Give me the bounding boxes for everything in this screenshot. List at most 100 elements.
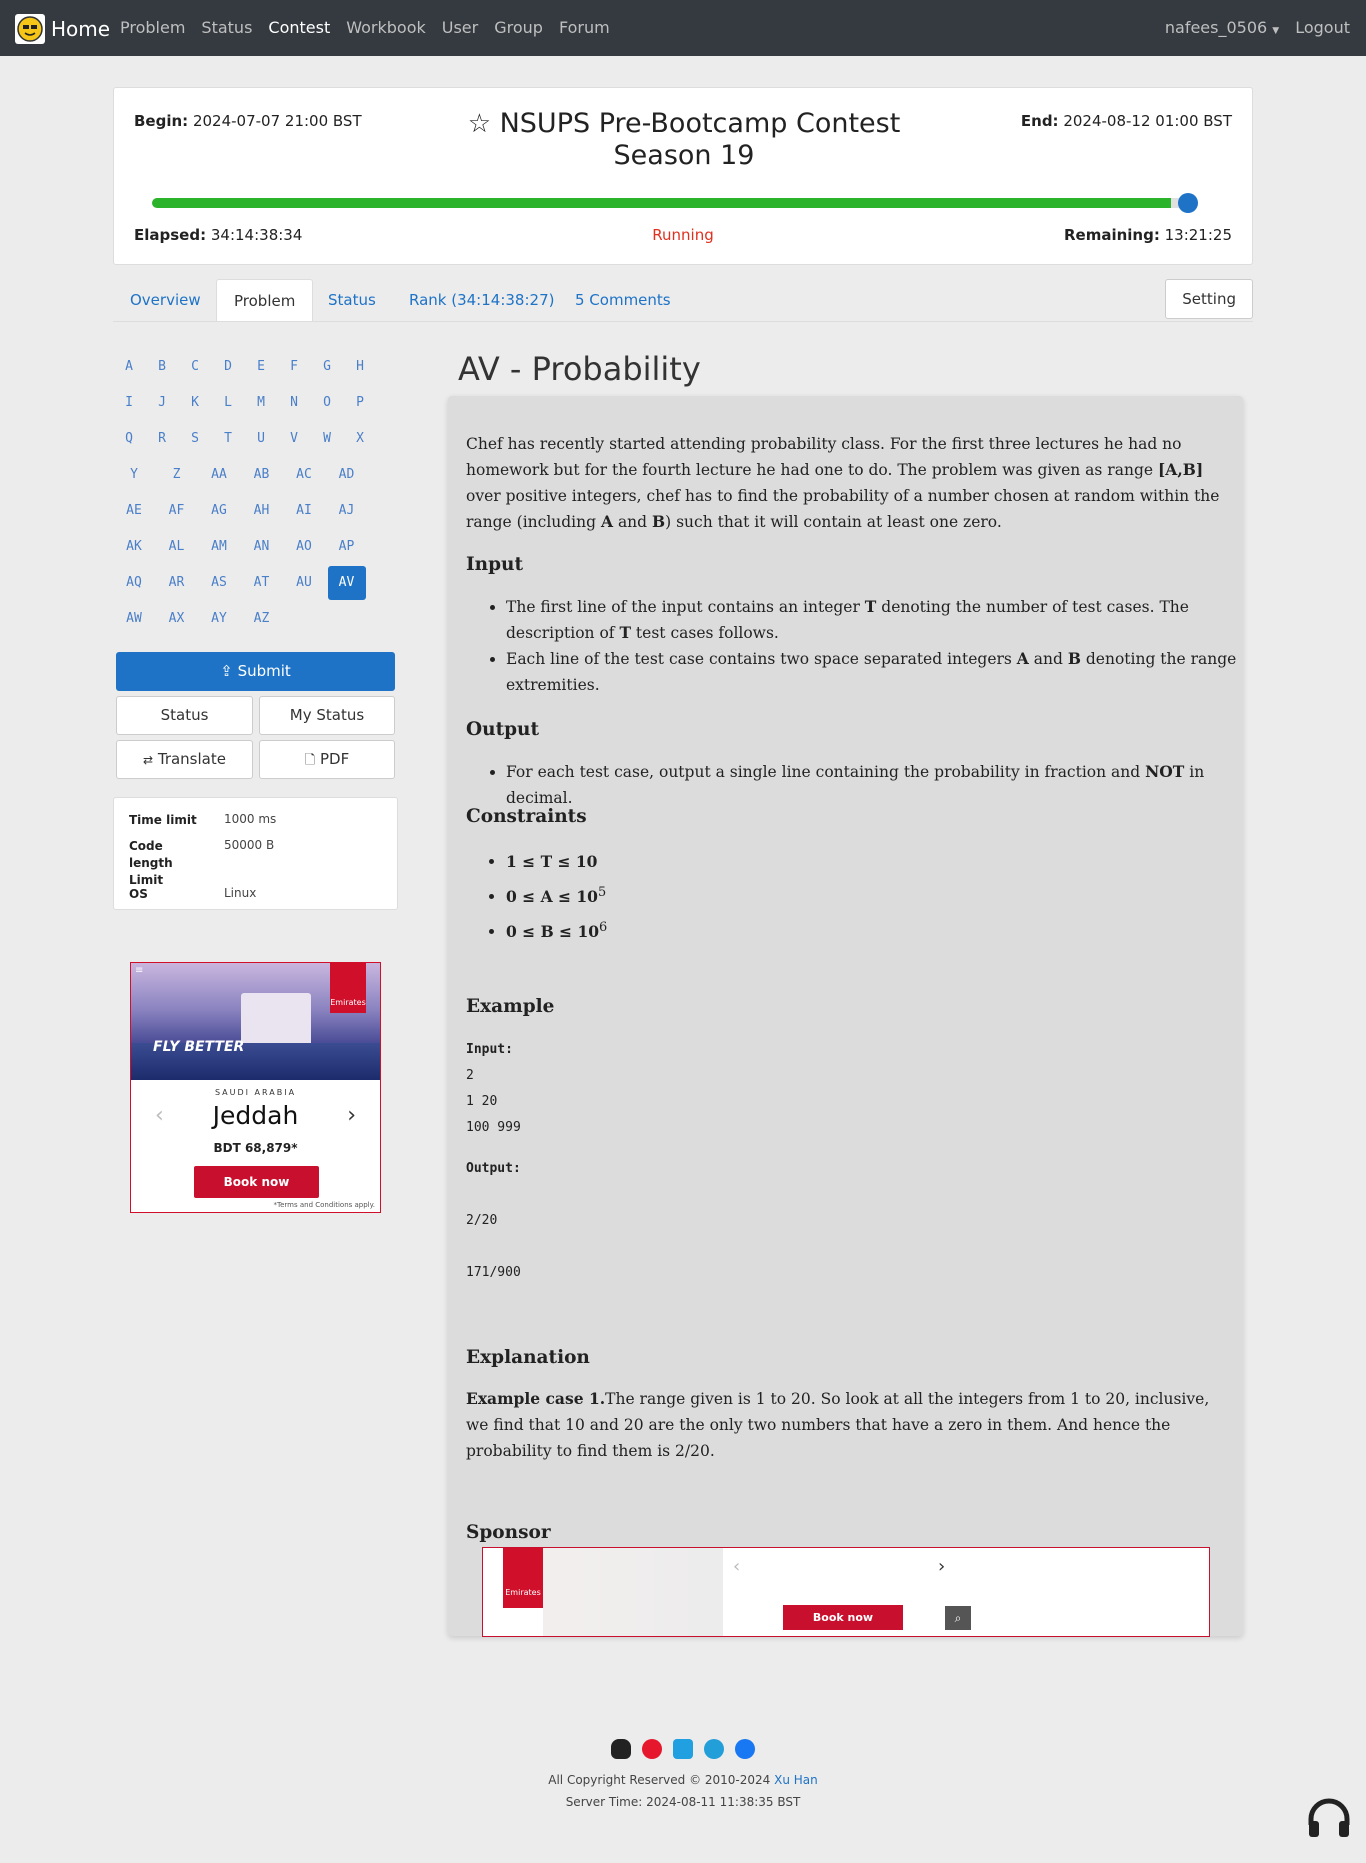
problem-index-ay[interactable]: AY (200, 602, 238, 636)
problem-index-ak[interactable]: AK (115, 530, 153, 564)
constraint: 1 ≤ T ≤ 10 (506, 852, 598, 871)
problem-index-az[interactable]: AZ (243, 602, 281, 636)
example-input-line: 100 999 (466, 1120, 521, 1135)
submit-button[interactable]: ⇪ Submit (116, 652, 395, 691)
pdf-label: PDF (320, 750, 350, 768)
tab-problem[interactable]: Problem (216, 279, 314, 321)
progress-slider-handle[interactable] (1178, 193, 1198, 213)
upload-icon: ⇪ (220, 662, 233, 680)
text: The first line of the input contains an … (506, 598, 865, 616)
problem-index-ab[interactable]: AB (243, 458, 281, 492)
problem-index-aj[interactable]: AJ (328, 494, 366, 528)
problem-index-af[interactable]: AF (158, 494, 196, 528)
headset-icon[interactable] (1305, 1795, 1353, 1839)
problem-index-ao[interactable]: AO (285, 530, 323, 564)
ad-slogan: FLY BETTER (153, 1039, 245, 1055)
input-heading: Input (466, 554, 524, 575)
problem-index-am[interactable]: AM (200, 530, 238, 564)
example-output-label: Output: (466, 1161, 521, 1176)
problem-index-aa[interactable]: AA (200, 458, 238, 492)
problem-index-ar[interactable]: AR (158, 566, 196, 600)
output-heading: Output (466, 719, 540, 740)
ad-building (241, 993, 311, 1043)
problem-index-ax[interactable]: AX (158, 602, 196, 636)
nav-workbook[interactable]: Workbook (346, 18, 426, 37)
qq-icon[interactable] (610, 1738, 631, 1759)
nav-forum[interactable]: Forum (559, 18, 610, 37)
ad-city: Jeddah (212, 1101, 299, 1130)
problem-index-y[interactable]: Y (115, 458, 153, 492)
statement-var: B (652, 512, 666, 531)
problem-index-x[interactable]: X (341, 422, 379, 456)
tab-rank[interactable]: Rank (34:14:38:27) (392, 279, 571, 321)
facebook-icon[interactable] (735, 1738, 756, 1759)
search-icon[interactable]: ⌕ (945, 1606, 971, 1630)
bilibili-icon[interactable] (673, 1738, 693, 1759)
contest-progress-bar[interactable] (152, 193, 1198, 213)
setting-button[interactable]: Setting (1165, 279, 1253, 319)
nav-problem[interactable]: Problem (120, 18, 185, 37)
problem-index-au[interactable]: AU (285, 566, 323, 600)
problem-index-al[interactable]: AL (158, 530, 196, 564)
sponsor-book-button[interactable]: Book now (783, 1605, 903, 1630)
problem-index-ag[interactable]: AG (200, 494, 238, 528)
author-link[interactable]: Xu Han (774, 1773, 818, 1787)
problem-index-ah[interactable]: AH (243, 494, 281, 528)
remaining-label: Remaining: (1063, 226, 1160, 244)
tab-comments[interactable]: 5 Comments (558, 279, 688, 321)
nav-status[interactable]: Status (201, 18, 252, 37)
text: For each test case, output a single line… (506, 763, 1146, 781)
time-limit-label: Time limit (129, 813, 197, 827)
problem-index-as[interactable]: AS (200, 566, 238, 600)
problem-index-ad[interactable]: AD (328, 458, 366, 492)
my-status-button[interactable]: My Status (259, 696, 395, 735)
chevron-right-icon[interactable]: › (938, 1556, 945, 1577)
weibo-icon[interactable] (641, 1738, 662, 1759)
star-icon[interactable]: ☆ (468, 109, 491, 139)
nav-group[interactable]: Group (494, 18, 543, 37)
problem-index-ae[interactable]: AE (115, 494, 153, 528)
tab-overview[interactable]: Overview (113, 279, 218, 321)
chevron-right-icon[interactable]: › (347, 1103, 356, 1128)
problem-index-at[interactable]: AT (243, 566, 281, 600)
var: T (619, 623, 631, 642)
problem-index-av[interactable]: AV (327, 566, 366, 600)
list-item: 0 ≤ A ≤ 105 (506, 877, 1266, 912)
os-value: Linux (224, 886, 257, 900)
home-label: Home (51, 17, 111, 41)
emirates-logo: Emirates (330, 963, 366, 1013)
var: A (1016, 649, 1029, 668)
tab-status[interactable]: Status (311, 279, 393, 321)
problem-index-ai[interactable]: AI (285, 494, 323, 528)
problem-index-aq[interactable]: AQ (115, 566, 153, 600)
problem-index-aw[interactable]: AW (115, 602, 153, 636)
ad-menu-icon[interactable]: ≡ (135, 965, 143, 976)
logout-link[interactable]: Logout (1295, 18, 1350, 37)
ad-country: SAUDI ARABIA (214, 1088, 297, 1097)
example-input-label: Input: (466, 1042, 513, 1057)
remaining-time: Remaining: 13:21:25 (1064, 226, 1232, 244)
problem-description: Chef has recently started attending prob… (448, 396, 1243, 1637)
translate-button[interactable]: ⇄ Translate (116, 740, 253, 779)
copyright: All Copyright Reserved © 2010-2024 Xu Ha… (0, 1773, 1366, 1787)
chevron-left-icon[interactable]: ‹ (155, 1103, 164, 1128)
problem-index-h[interactable]: H (341, 350, 379, 384)
problem-index-an[interactable]: AN (243, 530, 281, 564)
home-link[interactable]: Home (15, 14, 110, 44)
telegram-icon[interactable] (704, 1738, 725, 1759)
nav-user[interactable]: User (442, 18, 478, 37)
nav-contest[interactable]: Contest (268, 18, 330, 37)
user-menu[interactable]: nafees_0506 ▼ (1165, 18, 1279, 37)
problem-index-p[interactable]: P (341, 386, 379, 420)
sponsor-banner-ad[interactable]: Emirates ‹ › Book now ⌕ (482, 1547, 1210, 1637)
status-button[interactable]: Status (116, 696, 253, 735)
problem-index-z[interactable]: Z (158, 458, 196, 492)
emirates-ad[interactable]: Emirates FLY BETTER ≡ SAUDI ARABIA Jedda… (130, 962, 381, 1213)
problem-index-ac[interactable]: AC (285, 458, 323, 492)
pdf-button[interactable]: 🗋 PDF (259, 740, 395, 779)
chevron-left-icon[interactable]: ‹ (733, 1556, 740, 1577)
ad-book-button[interactable]: Book now (194, 1166, 319, 1198)
text: test cases follows. (631, 624, 779, 642)
ad-terms: *Terms and Conditions apply. (273, 1201, 376, 1209)
problem-index-ap[interactable]: AP (328, 530, 366, 564)
